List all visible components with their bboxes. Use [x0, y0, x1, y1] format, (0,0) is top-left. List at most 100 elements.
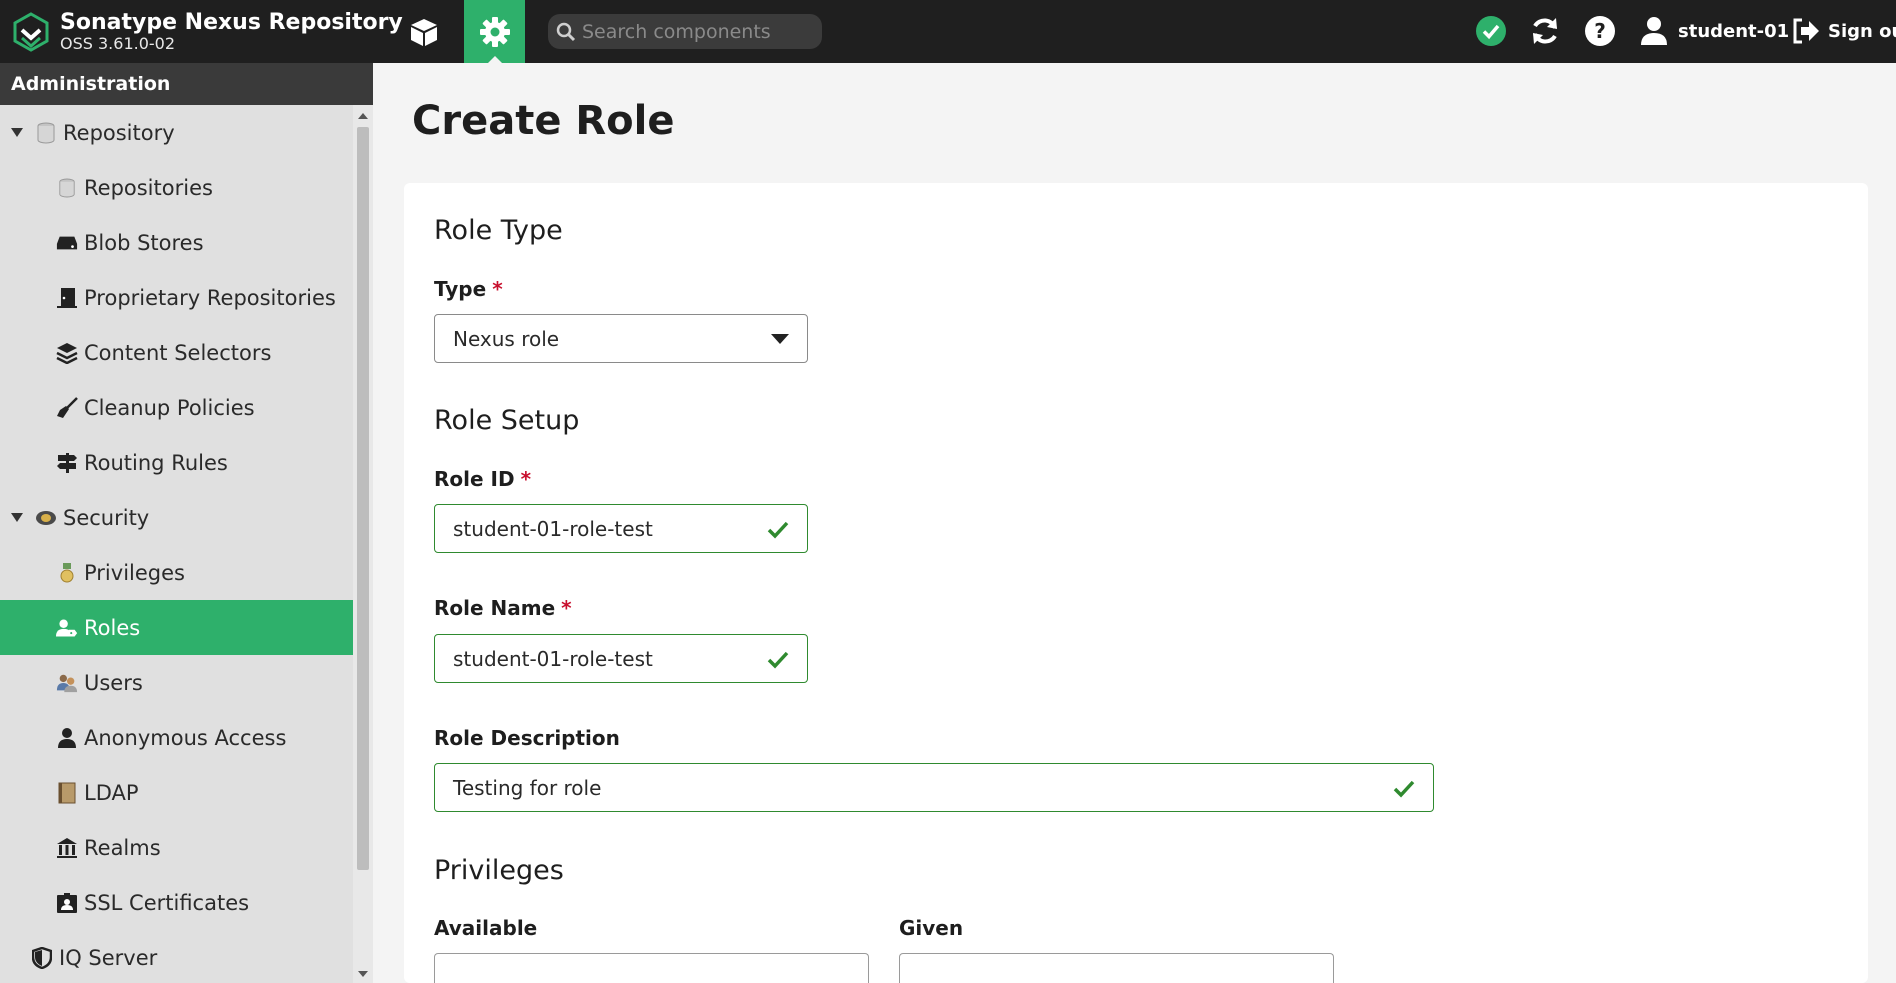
sidebar-item-proprietary-repositories[interactable]: Proprietary Repositories [0, 270, 353, 325]
sign-out-button[interactable]: Sign out [1792, 13, 1896, 49]
sidebar-item-label: SSL Certificates [84, 890, 250, 915]
section-title-role-type: Role Type [434, 215, 563, 246]
expand-toggle-icon[interactable] [11, 513, 23, 522]
id-card-icon [56, 892, 78, 914]
sidebar-item-content-selectors[interactable]: Content Selectors [0, 325, 353, 380]
sidebar-item-ldap[interactable]: LDAP [0, 765, 353, 820]
sidebar-item-label: LDAP [84, 780, 139, 805]
role-description-value: Testing for role [453, 775, 602, 800]
refresh-button[interactable] [1528, 14, 1562, 48]
sidebar-item-label: Content Selectors [84, 340, 272, 365]
sidebar-title: Administration [0, 63, 373, 105]
sidebar-item-realms[interactable]: Realms [0, 820, 353, 875]
available-privileges-list[interactable] [434, 953, 869, 983]
chevron-down-icon [771, 333, 789, 344]
type-select-value: Nexus role [453, 326, 560, 351]
sidebar-item-users[interactable]: Users [0, 655, 353, 710]
sign-out-icon [1793, 18, 1819, 44]
book-icon [56, 782, 78, 804]
door-icon [56, 287, 78, 309]
badge-icon [35, 507, 57, 529]
user-icon [56, 727, 78, 749]
type-label: Type * [434, 277, 503, 301]
sidebar-item-roles[interactable]: Roles [0, 600, 353, 655]
scroll-up-arrow-icon[interactable] [358, 113, 368, 119]
type-label-text: Type [434, 277, 487, 301]
given-label: Given [899, 916, 964, 940]
user-tag-icon [56, 617, 78, 639]
sidebar-item-label: Roles [84, 615, 141, 640]
signpost-icon [56, 452, 78, 474]
role-id-label: Role ID * [434, 467, 531, 491]
top-header: Sonatype Nexus Repository OSS 3.61.0-02 [0, 0, 1896, 63]
sidebar-item-anonymous-access[interactable]: Anonymous Access [0, 710, 353, 765]
username: student-01 [1678, 20, 1790, 42]
given-privileges-list[interactable] [899, 953, 1334, 983]
role-name-label: Role Name * [434, 596, 572, 620]
role-name-label-text: Role Name [434, 596, 556, 620]
system-status-button[interactable] [1474, 14, 1508, 48]
sidebar-item-ssl-certificates[interactable]: SSL Certificates [0, 875, 353, 930]
available-label: Available [434, 916, 538, 940]
section-title-privileges: Privileges [434, 855, 564, 886]
search-box[interactable] [548, 14, 822, 49]
sidebar-scrollbar[interactable] [353, 105, 373, 983]
sidebar-item-iq-server[interactable]: IQ Server [0, 930, 353, 983]
sidebar-item-label: Blob Stores [84, 230, 204, 255]
sidebar-item-label: Anonymous Access [84, 725, 287, 750]
svg-text:?: ? [1594, 19, 1606, 43]
help-button[interactable]: ? [1583, 14, 1617, 48]
user-icon [1641, 17, 1667, 45]
browse-mode-button[interactable] [393, 0, 454, 63]
sidebar-item-label: Repository [63, 120, 175, 145]
valid-check-icon [767, 651, 789, 669]
sidebar-item-repositories[interactable]: Repositories [0, 160, 353, 215]
database-icon [56, 177, 78, 199]
user-menu[interactable]: student-01 [1640, 13, 1789, 49]
valid-check-icon [1393, 780, 1415, 798]
admin-mode-button[interactable] [464, 0, 525, 63]
product-version: OSS 3.61.0-02 [60, 34, 176, 54]
sidebar-item-label: Users [84, 670, 143, 695]
sidebar-item-repository[interactable]: Repository [0, 105, 353, 160]
refresh-icon [1533, 18, 1557, 44]
required-marker: * [492, 277, 503, 301]
sidebar-item-cleanup-policies[interactable]: Cleanup Policies [0, 380, 353, 435]
scroll-down-arrow-icon[interactable] [358, 971, 368, 977]
required-marker: * [520, 467, 532, 491]
role-description-label: Role Description [434, 726, 620, 750]
nexus-logo-icon [13, 12, 49, 52]
search-icon [556, 22, 576, 41]
sidebar-item-label: Routing Rules [84, 450, 228, 475]
scroll-thumb[interactable] [357, 127, 369, 870]
section-title-role-setup: Role Setup [434, 405, 580, 436]
sidebar-item-privileges[interactable]: Privileges [0, 545, 353, 600]
role-name-value: student-01-role-test [453, 646, 653, 671]
sidebar-item-label: Realms [84, 835, 161, 860]
building-icon [56, 837, 78, 859]
sidebar-item-blob-stores[interactable]: Blob Stores [0, 215, 353, 270]
create-role-form: Role Type Type * Nexus role Role Setup Ro… [404, 183, 1868, 983]
medal-icon [56, 562, 78, 584]
sidebar-nav: Repository Repositories Blob Stores Prop… [0, 105, 353, 983]
valid-check-icon [767, 521, 789, 539]
sidebar-item-label: Repositories [84, 175, 213, 200]
sidebar-item-label: Proprietary Repositories [84, 285, 336, 310]
hard-drive-icon [56, 232, 78, 254]
brand[interactable]: Sonatype Nexus Repository OSS 3.61.0-02 [12, 8, 403, 56]
sidebar-item-security[interactable]: Security [0, 490, 353, 545]
sidebar-item-routing-rules[interactable]: Routing Rules [0, 435, 353, 490]
role-name-field[interactable]: student-01-role-test [434, 634, 808, 683]
role-id-label-text: Role ID [434, 467, 515, 491]
sidebar-item-label: Privileges [84, 560, 185, 585]
type-select[interactable]: Nexus role [434, 314, 808, 363]
shield-icon [31, 946, 53, 969]
required-marker: * [561, 596, 572, 620]
expand-toggle-icon[interactable] [11, 128, 23, 137]
role-id-field[interactable]: student-01-role-test [434, 504, 808, 553]
search-input[interactable] [582, 20, 812, 43]
help-icon: ? [1585, 16, 1615, 46]
status-ok-icon [1476, 16, 1506, 46]
role-description-field[interactable]: Testing for role [434, 763, 1434, 812]
product-name: Sonatype Nexus Repository [60, 10, 403, 36]
